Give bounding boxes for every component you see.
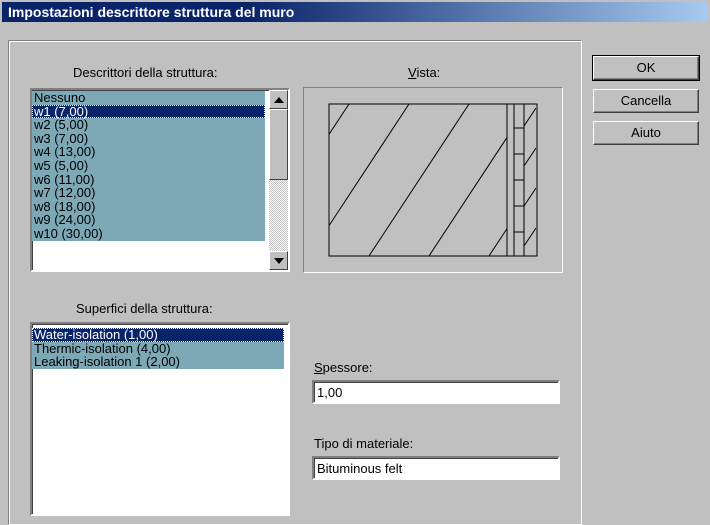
scroll-thumb[interactable] [269,109,288,180]
list-item[interactable]: w8 (18,00) [32,200,265,214]
material-input[interactable]: Bituminous felt [312,456,560,480]
ok-button[interactable]: OK [592,55,700,81]
list-item[interactable]: w1 (7,00) [32,104,265,119]
scroll-up-button[interactable] [269,90,288,109]
preview-label: Vista: [408,65,441,80]
arrow-down-icon [273,257,284,264]
descriptors-scrollbar[interactable] [269,90,288,270]
list-item[interactable]: w4 (13,00) [32,145,265,159]
wall-section-diagram [328,103,538,257]
material-label: Tipo di materiale: [314,436,414,451]
arrow-up-icon [273,96,284,103]
dialog-window: Impostazioni descrittore struttura del m… [0,0,710,525]
cancel-button[interactable]: Cancella [593,89,699,113]
help-button[interactable]: Aiuto [593,121,699,145]
thickness-input[interactable]: 1,00 [312,380,560,404]
scroll-down-button[interactable] [269,251,288,270]
title-bar[interactable]: Impostazioni descrittore struttura del m… [2,2,708,22]
thickness-label: Spessore: [314,360,373,375]
descriptors-label: Descrittori della struttura: [73,65,218,80]
list-item[interactable]: Thermic-isolation (4,00) [32,341,284,356]
window-title: Impostazioni descrittore struttura del m… [8,4,295,20]
list-item[interactable]: w6 (11,00) [32,172,265,187]
list-item[interactable]: w10 (30,00) [32,227,265,241]
descriptors-listbox[interactable]: Nessuno w1 (7,00) w2 (5,00) w3 (7,00) w4 (13… [30,88,290,272]
list-item[interactable]: Water-isolation (1,00) [32,328,284,342]
list-item[interactable]: w5 (5,00) [32,159,265,173]
list-item[interactable]: w9 (24,00) [32,213,265,227]
list-item[interactable]: w2 (5,00) [32,118,265,132]
surfaces-listbox[interactable]: Water-isolation (1,00) Thermic-isolation … [30,322,290,516]
list-item[interactable]: Leaking-isolation 1 (2,00) [32,355,284,369]
list-item[interactable]: Nessuno [32,91,265,105]
list-item[interactable]: w7 (12,00) [32,186,265,200]
wall-preview [303,87,563,273]
list-item[interactable]: w3 (7,00) [32,132,265,146]
surfaces-label: Superfici della struttura: [76,301,213,316]
